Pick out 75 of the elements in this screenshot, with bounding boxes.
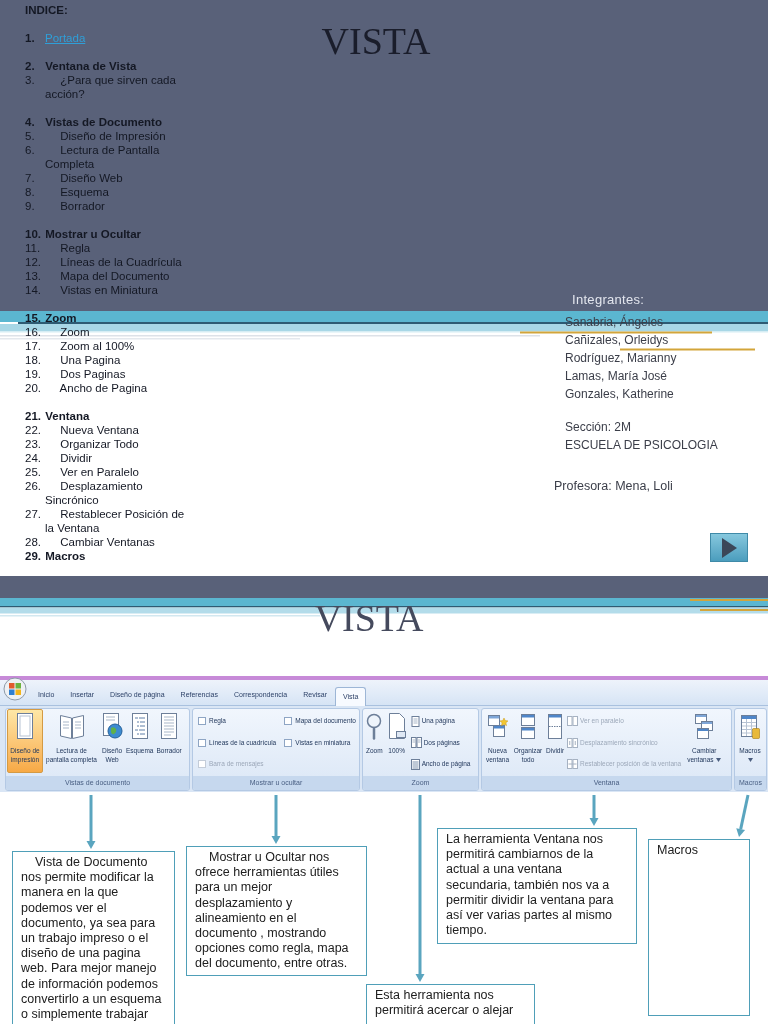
section-text: Sección: 2M [564,419,632,436]
checkbox[interactable] [198,717,206,725]
spreadsheet-icon [740,712,760,740]
index-entry: 14. Vistas en Miniatura [25,283,158,297]
callout-note: Mostrar u Ocultar nos ofrece herramientas útiles para un mejor desplazamiento y alineamiento en el documento , mostrando opciones como regla, mapa del documento, entre otras. [186,846,367,976]
index-entry: 22. Nueva Ventana [25,423,139,437]
checkbox[interactable] [284,738,293,747]
index-entry: 5. Diseño de Impresión [25,129,166,143]
member-name: Sanabria, Ángeles [565,313,664,331]
index-heading: 10. Mostrar u Ocultar [25,227,142,241]
stacked-windows-icon [520,712,536,740]
index-entry: 8. Esquema [25,185,109,199]
play-icon [721,537,737,558]
index-heading: 15. Zoom [25,311,77,325]
members-label: Integrantes: [571,291,645,309]
index-heading: 21. Ventana [25,409,90,423]
member-name: Lamas, María José [565,368,668,385]
index-heading: INDICE: [25,3,68,17]
index-entry: 26. Desplazamiento Sincrónico [25,479,144,507]
checkbox[interactable] [284,717,293,725]
index-entry: 28. Cambiar Ventanas [25,535,155,549]
index-entry: 11. Regla [25,241,91,255]
open-book-icon [58,712,85,740]
draft-page-icon [159,712,180,740]
index-entry: 13. Mapa del Documento [25,269,170,283]
member-name: Rodríguez, Marianny [565,350,677,367]
outline-page-icon [129,712,150,740]
index-entry: 19. Dos Paginas [25,367,126,381]
callout-note: Vista de Documento nos permite modificar la manera en la que podemos ver el documento, ya sea para un trabajo impreso o el diseño de una pagina web. Para mejor manejo de información podemos convertirlo a un esquema o simplemente trabajar [12,851,175,1024]
member-name: Cañizales, Orleidys [565,332,669,349]
slide-title: VISTA [321,22,431,60]
arrow [589,795,599,826]
index-entry: 23. Organizar Todo [25,437,139,451]
two-pages-icon [410,737,422,748]
index-entry: 17. Zoom al 100% [25,339,135,353]
arrow [86,795,96,849]
index-entry: 24. Dividir [25,451,93,465]
index-entry: 9. Borrador [25,199,105,213]
orb-icon[interactable] [3,677,27,701]
single-page-icon [410,715,420,727]
index-heading: 29. Macros [25,549,86,563]
callout-note: Macros [648,839,750,1016]
slide-title: VISTA [314,599,424,637]
arrow [736,794,750,837]
reset-position-icon [567,759,579,769]
index-entry: 16. Zoom [25,325,90,339]
sync-scroll-icon [567,737,579,748]
page-width-icon [410,758,420,770]
callout-note: Esta herramienta nos permitirá acercar o alejar [366,984,535,1024]
document-icon [15,712,35,740]
page-zoom-icon [386,712,407,740]
index-entry: 6. Lectura de Pantalla Completa [25,143,161,171]
arrow [271,795,281,844]
cascaded-windows-icon [694,712,715,740]
index-entry: 27. Restablecer Posición de la Ventana [25,507,186,535]
globe-page-icon [101,712,123,740]
split-window-icon [547,712,564,740]
index-entry: 18. Una Pagina [25,353,121,367]
side-by-side-icon [567,716,579,726]
index-number: 1. [25,31,36,45]
index-entry: 25. Ver en Paralelo [25,465,139,479]
member-name: Gonzales, Katherine [565,386,674,403]
index-heading: 4. Vistas de Documento [25,115,162,129]
index-entry: 20. Ancho de Pagina [25,381,148,395]
index-heading: 2. Ventana de Vista [25,59,137,73]
callout-note: La herramienta Ventana nos permitirá cambiarnos de la actual a una ventana secundaria, también nos va a permitir dividir la ventana para así ver varias partes al mismo tiempo. [437,828,637,944]
teacher-text: Profesora: Mena, Loli [554,478,673,495]
index-entry: 3. ¿Para que sirven cada acción? [25,73,177,101]
index-entry: 7. Diseño Web [25,171,123,185]
magnifier-icon [366,712,383,740]
school-text: ESCUELA DE PSICOLOGIA [564,437,718,454]
next-button[interactable] [710,533,748,562]
checkbox[interactable] [198,738,206,747]
index-entry: 12. Líneas de la Cuadrícula [25,255,182,269]
new-window-icon [486,712,509,740]
